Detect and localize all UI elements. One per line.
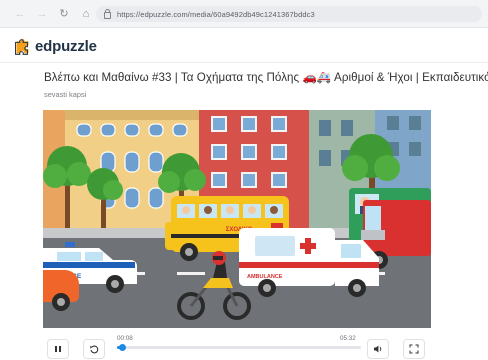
video-frame-illustration: ΣΧΟΛΙΚΟ POLICE AMBULANCE	[43, 110, 431, 328]
progress-track[interactable]	[117, 344, 361, 351]
browser-toolbar: ← → ↻ ⌂ https://edpuzzle.com/media/60a94…	[0, 0, 488, 28]
volume-button[interactable]	[367, 339, 389, 359]
video-author: sevasti kapsi	[44, 90, 87, 99]
app-name: edpuzzle	[35, 37, 97, 55]
volume-icon	[374, 345, 382, 353]
video-player[interactable]: ΣΧΟΛΙΚΟ POLICE AMBULANCE	[43, 110, 431, 328]
video-title: Βλέπω και Μαθαίνω #33 | Τα Οχήματα της Π…	[44, 71, 488, 84]
edpuzzle-logo[interactable]: edpuzzle	[14, 36, 97, 56]
video-controls: 00:08 05:32	[43, 331, 431, 360]
url-text: https://edpuzzle.com/media/60a9492db49c1…	[117, 9, 315, 19]
pause-icon	[55, 346, 61, 352]
ambulance-sign: AMBULANCE	[247, 274, 283, 280]
forward-icon[interactable]: →	[34, 6, 50, 22]
address-bar[interactable]: https://edpuzzle.com/media/60a9492db49c1…	[96, 6, 482, 22]
lock-icon	[104, 8, 111, 19]
rewind-button[interactable]	[83, 339, 105, 359]
header-divider	[0, 62, 488, 63]
reload-icon[interactable]: ↻	[56, 6, 72, 22]
current-time: 00:08	[117, 335, 133, 342]
pause-button[interactable]	[47, 339, 69, 359]
fullscreen-button[interactable]	[403, 339, 425, 359]
seek-handle[interactable]	[119, 344, 127, 351]
duration: 05:32	[340, 335, 356, 342]
back-icon[interactable]: ←	[12, 6, 28, 22]
fullscreen-icon	[409, 344, 419, 354]
puzzle-logo-icon	[15, 38, 29, 55]
home-icon[interactable]: ⌂	[78, 6, 94, 22]
replay-icon	[90, 345, 99, 354]
